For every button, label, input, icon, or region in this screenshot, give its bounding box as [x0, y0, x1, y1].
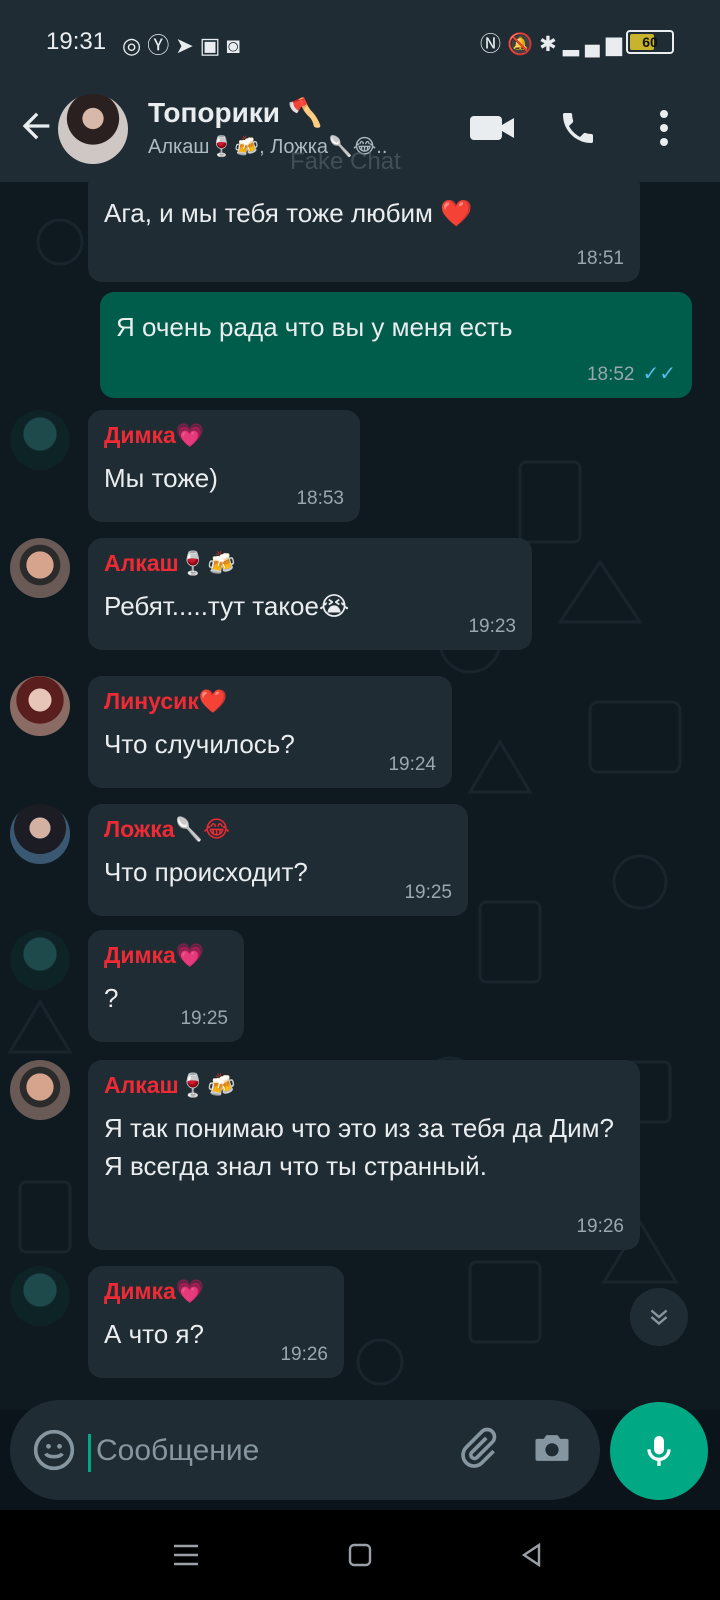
telegram-icon: ➤: [175, 33, 200, 58]
message-time: 19:23: [468, 616, 516, 637]
sender-name[interactable]: Димка💗: [104, 422, 344, 449]
message-bubble-incoming[interactable]: Димка💗 А что я? 19:26: [88, 1266, 344, 1378]
text-cursor: [88, 1434, 91, 1472]
double-chevron-down-icon: [650, 1309, 668, 1326]
group-avatar[interactable]: [58, 94, 128, 164]
avatar-dimka[interactable]: [10, 410, 70, 470]
battery-level: 60: [642, 34, 658, 50]
message-input[interactable]: [94, 1422, 438, 1480]
wb-icon: ◙: [226, 33, 246, 58]
battery-icon: 60: [626, 30, 674, 54]
message-composer: [10, 1400, 600, 1500]
home-nav-icon[interactable]: [340, 1540, 380, 1570]
yandex-icon: Ⓨ: [147, 33, 176, 58]
sender-name[interactable]: Ложка🥄😂: [104, 816, 452, 843]
sender-name[interactable]: Линусик❤️: [104, 688, 436, 715]
message-time: 19:26: [576, 1216, 624, 1237]
message-list[interactable]: Ага, и мы тебя тоже любим ❤️ 18:51 Я оче…: [0, 182, 720, 1410]
message-bubble-incoming[interactable]: Алкаш🍷🍻 Ребят.....тут такое😭 19:23: [88, 538, 532, 650]
system-icons: Ⓝ🔕✱▂▄▆: [480, 28, 628, 58]
attach-paperclip-icon[interactable]: [456, 1426, 504, 1474]
sender-name[interactable]: Димка💗: [104, 942, 228, 969]
scroll-to-bottom-button[interactable]: [630, 1288, 688, 1346]
back-nav-icon[interactable]: [512, 1540, 552, 1570]
status-time: 19:31: [46, 28, 107, 55]
notification-icons: ◎Ⓨ➤▣◙: [122, 28, 246, 60]
emoji-icon[interactable]: [32, 1428, 76, 1472]
message-bubble-outgoing[interactable]: Я очень рада что вы у меня есть 18:52 ✓✓: [100, 292, 692, 398]
message-time: 18:53: [296, 488, 344, 509]
sender-name[interactable]: Димка💗: [104, 1278, 328, 1305]
message-bubble-incoming[interactable]: Ага, и мы тебя тоже любим ❤️ 18:51: [88, 182, 640, 282]
message-bubble-incoming[interactable]: Димка💗 ? 19:25: [88, 930, 244, 1042]
whatsapp-icon: ◎: [122, 33, 148, 58]
bluetooth-icon: ✱: [539, 33, 563, 56]
message-time: 18:51: [576, 248, 624, 269]
message-time: 19:24: [388, 754, 436, 775]
message-text: Что происходит?: [104, 857, 308, 887]
message-text: Ага, и мы тебя тоже любим ❤️: [104, 198, 473, 228]
avatar-lozhka[interactable]: [10, 804, 70, 864]
sender-name[interactable]: Алкаш🍷🍻: [104, 550, 516, 577]
voice-call-icon[interactable]: [554, 104, 602, 152]
back-arrow-icon[interactable]: [16, 106, 56, 146]
store-icon: ▣: [199, 33, 227, 58]
camera-icon[interactable]: [530, 1426, 578, 1474]
sender-name[interactable]: Алкаш🍷🍻: [104, 1072, 624, 1099]
message-text: Я так понимаю что это из за тебя да Дим?…: [104, 1113, 614, 1181]
avatar-linusik[interactable]: [10, 676, 70, 736]
message-bubble-incoming[interactable]: Линусик❤️ Что случилось? 19:24: [88, 676, 452, 788]
chat-header: Топорики 🪓 Алкаш🍷🍻, Ложка🥄😂.. Fake Chat: [0, 84, 720, 182]
video-call-icon[interactable]: [468, 104, 516, 152]
read-ticks-icon: ✓✓: [642, 363, 676, 385]
message-bubble-incoming[interactable]: Ложка🥄😂 Что происходит? 19:25: [88, 804, 468, 916]
avatar-dimka[interactable]: [10, 1266, 70, 1326]
message-text: Ребят.....тут такое😭: [104, 591, 350, 621]
nfc-icon: Ⓝ: [480, 33, 507, 56]
signal-4g-icon: ▂▄▆: [562, 33, 628, 56]
more-options-icon[interactable]: [640, 104, 688, 152]
avatar-alkash[interactable]: [10, 1060, 70, 1120]
microphone-icon: [647, 1436, 671, 1466]
message-time: 19:25: [180, 1008, 228, 1029]
chat-title[interactable]: Топорики 🪓: [148, 96, 323, 129]
message-bubble-incoming[interactable]: Алкаш🍷🍻 Я так понимаю что это из за тебя…: [88, 1060, 640, 1250]
message-time-status: 18:52 ✓✓: [587, 361, 676, 386]
watermark: Fake Chat: [290, 148, 401, 175]
voice-record-button[interactable]: [610, 1402, 708, 1500]
message-time: 19:26: [280, 1344, 328, 1365]
menu-nav-icon[interactable]: [166, 1540, 206, 1570]
message-time: 19:25: [404, 882, 452, 903]
status-bar: 19:31 ◎Ⓨ➤▣◙ Ⓝ🔕✱▂▄▆ 60: [0, 0, 720, 84]
mute-icon: 🔕: [507, 33, 540, 56]
message-time: 18:52: [586, 364, 635, 385]
message-text: Что случилось?: [104, 729, 295, 759]
system-nav-bar: [0, 1510, 720, 1600]
avatar-alkash[interactable]: [10, 538, 70, 598]
avatar-dimka[interactable]: [10, 930, 70, 990]
message-text: Я очень рада что вы у меня есть: [116, 312, 513, 342]
message-bubble-incoming[interactable]: Димка💗 Мы тоже) 18:53: [88, 410, 360, 522]
